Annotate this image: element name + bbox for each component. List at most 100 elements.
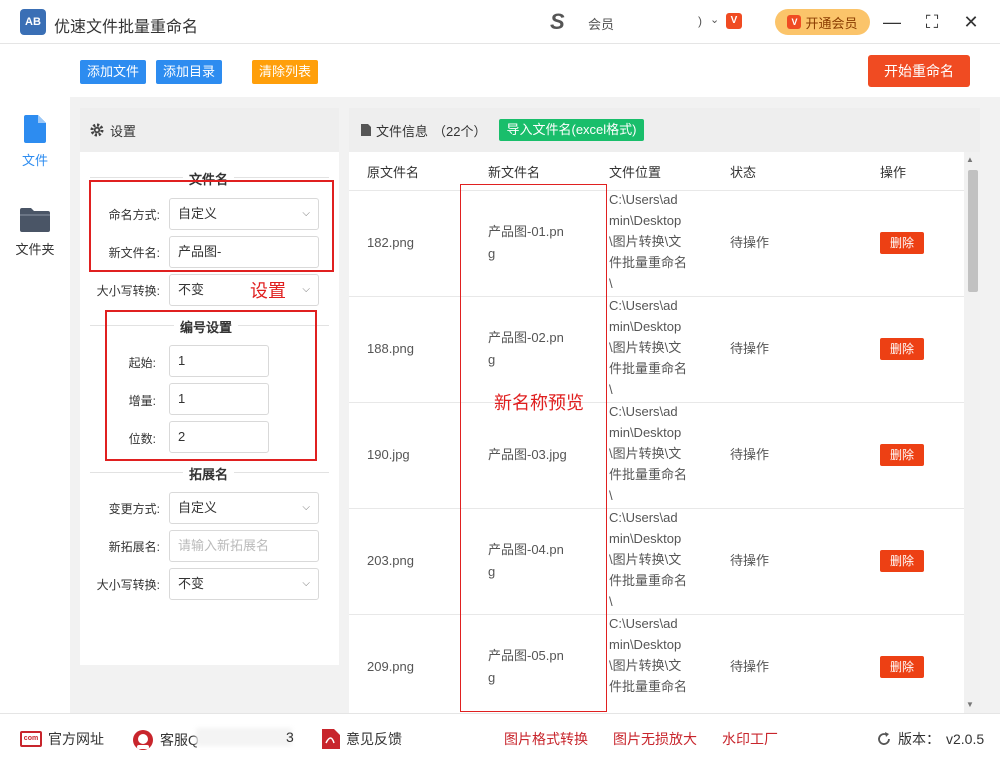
annotation-box-numbering [105, 310, 317, 461]
file-location-line1: C:\Users\ad [609, 298, 678, 313]
service-number-tail: 3 [286, 729, 294, 745]
image-upscale-link[interactable]: 图片无损放大 [613, 729, 697, 749]
original-filename: 190.jpg [367, 447, 410, 462]
file-location-line4: 件批量重命名 [609, 573, 688, 588]
chevron-down-icon[interactable]: ⌄ [710, 13, 719, 26]
nav-files-label: 文件 [21, 153, 48, 168]
file-location-line2: min\Desktop [609, 531, 682, 546]
folder-icon [20, 208, 50, 232]
add-file-button[interactable]: 添加文件 [80, 60, 147, 84]
table-row[interactable]: 209.png 产品图-05.pn g C:\Users\ad min\Desk… [349, 614, 964, 713]
nav-folder-label: 文件夹 [15, 242, 55, 257]
file-info-title: 文件信息 [376, 123, 429, 139]
ext-case-select[interactable]: 不变 ⌵ [169, 568, 319, 600]
table-row[interactable]: 182.png 产品图-01.pn g C:\Users\ad min\Desk… [349, 190, 964, 296]
file-location-line4: 件批量重命名 [609, 467, 688, 482]
original-filename: 182.png [367, 235, 414, 250]
file-location-line5: \ [609, 594, 613, 609]
annotation-settings-label: 设置 [250, 281, 286, 301]
service-number-blurred [196, 728, 292, 746]
annotation-box-preview [460, 184, 607, 712]
delete-button[interactable]: 删除 [880, 232, 924, 254]
user-name[interactable]: 会员 [588, 14, 614, 33]
case-conversion-select[interactable]: 不变 ⌵ [169, 274, 319, 306]
pdf-feedback-icon [322, 729, 340, 749]
start-rename-button[interactable]: 开始重命名 [868, 55, 970, 87]
file-location-line4: 件批量重命名 [609, 361, 688, 376]
service-avatar-icon [133, 730, 153, 750]
file-location-line3: \图片转换\文 [609, 658, 682, 673]
table-row[interactable]: 188.png 产品图-02.pn g C:\Users\ad min\Desk… [349, 296, 964, 402]
new-extension-input[interactable]: 请输入新拓展名 [169, 530, 319, 562]
extension-section-title: 拓展名 [183, 464, 235, 483]
vip-mark-icon: V [787, 15, 802, 29]
minimize-button[interactable]: — [880, 10, 904, 34]
image-format-convert-link[interactable]: 图片格式转换 [504, 729, 588, 749]
file-location-line5: \ [609, 488, 613, 503]
watermark-factory-link[interactable]: 水印工厂 [722, 729, 778, 749]
file-location-line1: C:\Users\ad [609, 510, 678, 525]
delete-button[interactable]: 删除 [880, 338, 924, 360]
table-row[interactable]: 203.png 产品图-04.pn g C:\Users\ad min\Desk… [349, 508, 964, 614]
ext-mode-value: 自定义 [178, 500, 218, 515]
scroll-up-icon[interactable]: ▲ [966, 155, 974, 164]
open-vip-button[interactable]: V 开通会员 [775, 9, 870, 35]
footer: com 官方网址 客服Q 3 意见反馈 图片格式转换 图片无损放大 水印工厂 版… [0, 713, 1000, 760]
delete-button[interactable]: 删除 [880, 444, 924, 466]
clear-list-button[interactable]: 清除列表 [252, 60, 319, 84]
annotation-preview-label: 新名称预览 [494, 393, 584, 413]
feedback-link[interactable]: 意见反馈 [322, 729, 402, 749]
file-location-line1: C:\Users\ad [609, 616, 678, 631]
official-website-label: 官方网址 [48, 731, 104, 747]
toolbar: 添加文件 添加目录 清除列表 [70, 45, 1000, 97]
user-logo-icon[interactable]: S [550, 11, 580, 33]
version-number: v2.0.5 [946, 731, 985, 747]
file-location-line2: min\Desktop [609, 213, 682, 228]
app-title: 优速文件批量重命名 [54, 19, 199, 36]
annotation-box-filename [89, 180, 334, 272]
file-list-header: 文件信息 （22个） 导入文件名(excel格式) [349, 108, 980, 152]
gear-icon [90, 123, 104, 137]
file-count: （22个） [433, 123, 487, 139]
file-location-line5: \ [609, 276, 613, 291]
scroll-down-icon[interactable]: ▼ [966, 700, 974, 709]
add-directory-button[interactable]: 添加目录 [156, 60, 223, 84]
new-extension-label: 新拓展名: [108, 540, 160, 554]
document-icon [361, 124, 371, 136]
table-row[interactable]: 190.jpg 产品图-03.jpg C:\Users\ad min\Deskt… [349, 402, 964, 508]
case-conversion-label: 大小写转换: [96, 284, 160, 298]
status-text: 待操作 [730, 341, 770, 356]
delete-button[interactable]: 删除 [880, 550, 924, 572]
feedback-label: 意见反馈 [346, 731, 402, 747]
import-excel-button[interactable]: 导入文件名(excel格式) [499, 119, 644, 141]
column-header-action: 操作 [880, 165, 907, 180]
nav-item-files[interactable]: 文件 [0, 115, 70, 169]
vertical-scrollbar[interactable]: ▲ ▼ [964, 152, 980, 713]
customer-service-link[interactable]: 客服Q [132, 729, 199, 751]
scrollbar-thumb[interactable] [968, 170, 978, 292]
original-filename: 209.png [367, 659, 414, 674]
file-location-line3: \图片转换\文 [609, 234, 682, 249]
file-location-line1: C:\Users\ad [609, 404, 678, 419]
version-info: 版本： v2.0.5 [876, 729, 984, 749]
column-header-location: 文件位置 [609, 165, 662, 180]
status-text: 待操作 [730, 553, 770, 568]
maximize-button[interactable]: ⛶ [920, 10, 944, 34]
left-nav: 文件 文件夹 [0, 45, 70, 713]
ext-mode-select[interactable]: 自定义 ⌵ [169, 492, 319, 524]
vip-icon: V [726, 13, 742, 29]
delete-button[interactable]: 删除 [880, 656, 924, 678]
open-vip-label: 开通会员 [805, 15, 858, 31]
user-name-suffix[interactable]: ) [698, 14, 702, 28]
official-website-link[interactable]: com 官方网址 [20, 729, 104, 749]
file-location-line2: min\Desktop [609, 637, 682, 652]
file-location-line5: \ [609, 382, 613, 397]
refresh-icon [878, 732, 890, 745]
file-location-line4: 件批量重命名 [609, 255, 688, 270]
status-text: 待操作 [730, 447, 770, 462]
file-location-line3: \图片转换\文 [609, 340, 682, 355]
file-location-line4: 件批量重命名 [609, 679, 688, 694]
close-button[interactable]: ✕ [959, 10, 983, 34]
chevron-down-icon: ⌵ [302, 578, 310, 589]
nav-item-folder[interactable]: 文件夹 [0, 208, 70, 258]
